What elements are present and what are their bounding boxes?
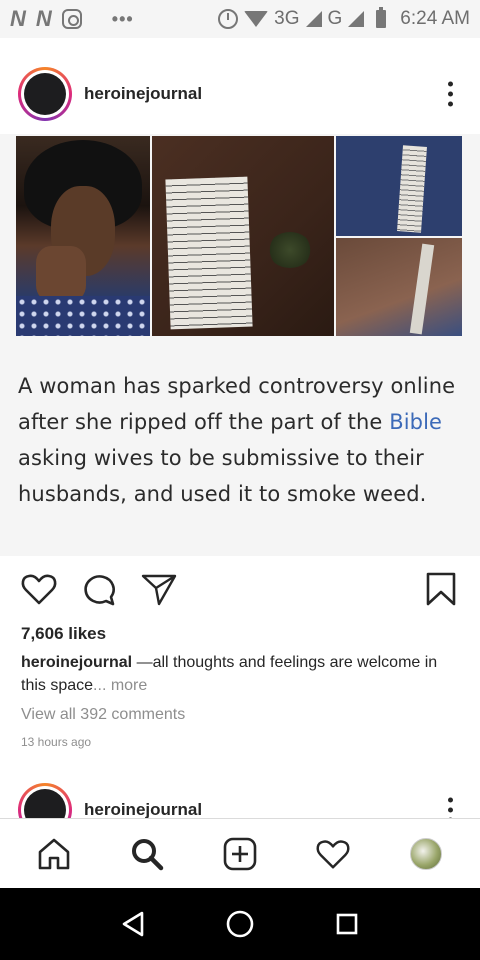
wifi-icon <box>244 11 269 27</box>
caption-more-link[interactable]: ... more <box>93 677 147 694</box>
network-label-3g: 3G <box>274 8 300 29</box>
heart-icon[interactable] <box>309 830 357 878</box>
like-count[interactable]: 7,606 likes <box>21 624 106 644</box>
heart-outline-icon[interactable] <box>20 570 58 608</box>
plus-square-icon[interactable] <box>216 830 264 878</box>
bible-page-photo <box>152 136 334 336</box>
android-nav-bar <box>0 888 480 960</box>
status-bar-notifications: N N ••• <box>10 6 134 32</box>
rolled-paper-photo <box>336 136 462 336</box>
image-headline-text-end: asking wives to be submissive to their h… <box>18 446 427 506</box>
caption-username[interactable]: heroinejournal <box>21 654 132 671</box>
more-notifications-icon: ••• <box>111 8 134 29</box>
bottom-nav-bar <box>0 818 480 888</box>
n-notification-icon: N <box>35 6 52 31</box>
alarm-icon <box>218 9 239 29</box>
signal-icon <box>305 11 322 27</box>
n-notification-icon: N <box>10 6 26 31</box>
instagram-notification-icon <box>61 9 82 29</box>
comment-bubble-icon[interactable] <box>80 570 118 608</box>
photo-collage <box>16 136 462 336</box>
back-triangle-icon[interactable] <box>113 904 153 944</box>
story-avatar[interactable] <box>18 67 72 121</box>
post-username[interactable]: heroinejournal <box>84 84 202 104</box>
post-timestamp: 13 hours ago <box>21 735 92 749</box>
post-actions <box>0 566 480 612</box>
view-comments-link[interactable]: View all 392 comments <box>21 706 185 724</box>
image-headline-highlight: Bible <box>389 410 443 434</box>
battery-icon <box>376 7 387 28</box>
search-icon[interactable] <box>123 830 171 878</box>
image-headline: A woman has sparked controversy online a… <box>18 368 468 512</box>
next-post-username[interactable]: heroinejournal <box>84 800 202 820</box>
post-header: heroinejournal <box>0 46 480 142</box>
profile-avatar-icon[interactable] <box>402 830 450 878</box>
paper-plane-icon[interactable] <box>140 570 178 608</box>
home-circle-icon[interactable] <box>220 904 260 944</box>
post-options-icon[interactable] <box>448 81 454 107</box>
clock: 6:24 AM <box>400 8 470 29</box>
signal-icon <box>348 11 365 27</box>
status-bar-system: 3G G 6:24 AM <box>218 7 470 30</box>
network-label-g: G <box>327 8 343 29</box>
woman-smoking-photo <box>16 136 150 336</box>
post-caption: heroinejournal —all thoughts and feeling… <box>21 651 461 697</box>
instagram-feed-screen: N N ••• 3G G 6:24 AM heroinejournal A wo… <box>0 0 480 960</box>
avatar-image <box>24 73 66 115</box>
home-icon[interactable] <box>30 830 78 878</box>
recents-square-icon[interactable] <box>327 904 367 944</box>
post-image[interactable]: A woman has sparked controversy online a… <box>0 134 480 556</box>
status-bar: N N ••• 3G G 6:24 AM <box>0 0 480 38</box>
bookmark-icon[interactable] <box>422 570 460 608</box>
